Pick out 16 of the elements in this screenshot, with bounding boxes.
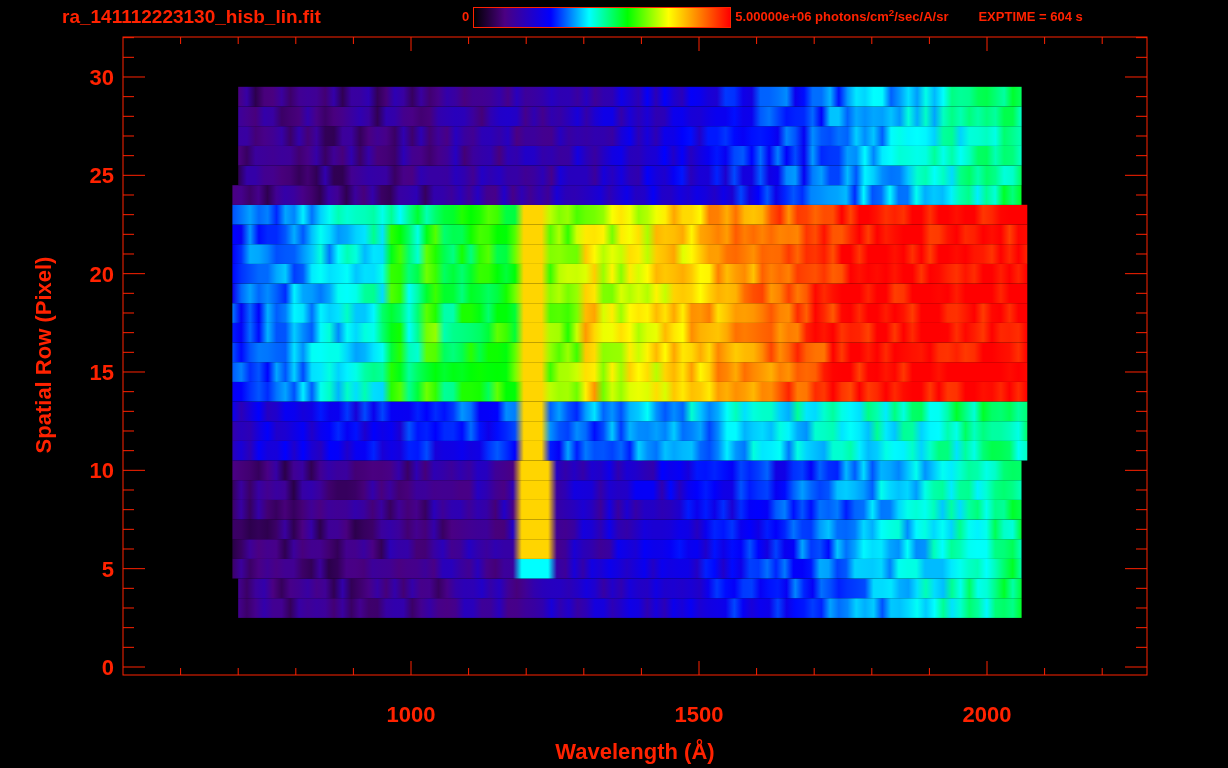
y-axis-title: Spatial Row (Pixel) <box>31 256 56 454</box>
y-tick-label: 30 <box>89 65 114 90</box>
plot-title: ra_141112223130_hisb_lin.fit <box>62 4 322 29</box>
x-axis-title: Wavelength (Å) <box>555 739 715 764</box>
y-tick-label: 5 <box>101 556 114 582</box>
y-tick-label: 0 <box>101 655 114 680</box>
x-tick-label: 1000 <box>386 702 436 727</box>
x-tick-label: 2000 <box>962 702 1012 727</box>
exposure-time: EXPTIME = 604 s <box>978 8 1083 27</box>
y-tick-label: 10 <box>89 458 114 484</box>
y-tick-label: 20 <box>89 261 114 287</box>
colorbar-max-label: 5.00000e+06 photons/cm$^{2}$/sec/A/sr <box>735 7 949 27</box>
x-tick-label: 1500 <box>674 702 724 727</box>
y-tick-label: 15 <box>89 360 114 385</box>
y-tick-label: 25 <box>89 163 114 189</box>
colorbar-min-label: 0 <box>462 8 470 27</box>
